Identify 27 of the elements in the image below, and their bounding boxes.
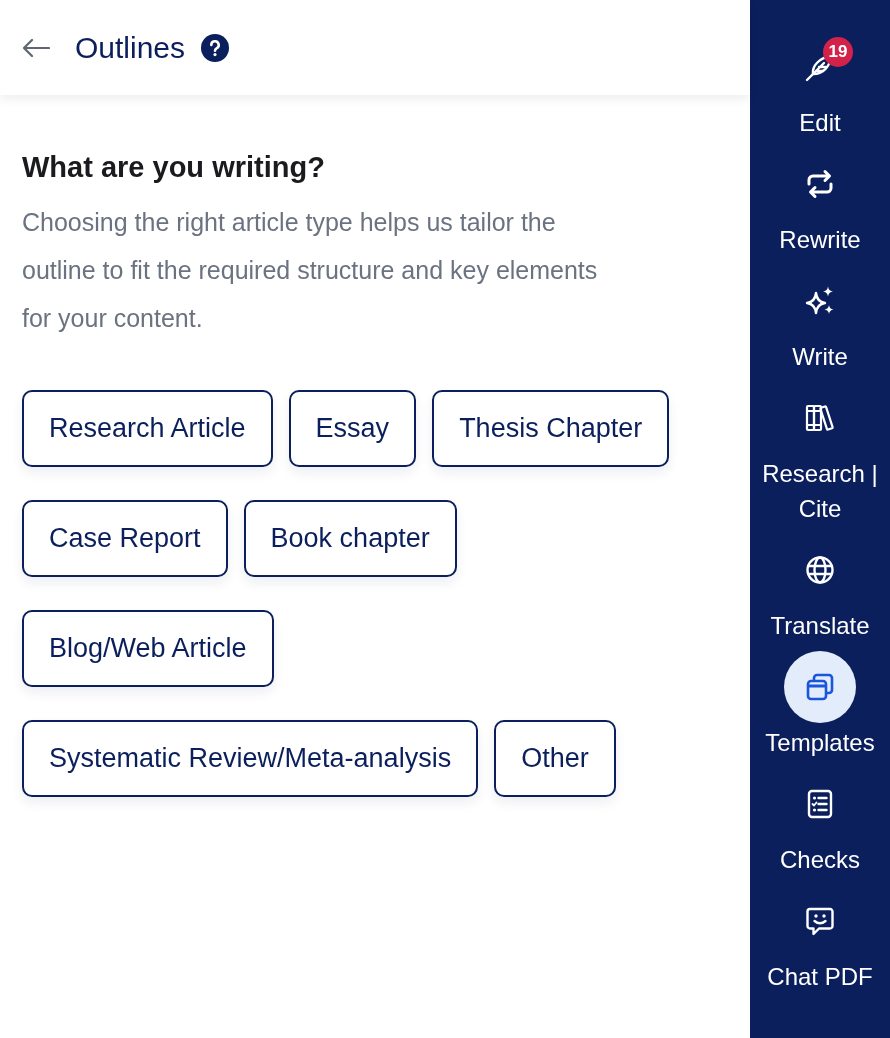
sidebar-item[interactable]: Translate — [752, 534, 888, 643]
smiley-chat-icon — [804, 905, 836, 937]
sidebar-item[interactable]: Templates — [752, 651, 888, 760]
books-icon — [804, 402, 836, 434]
article-type-option[interactable]: Thesis Chapter — [432, 390, 670, 467]
sidebar-item[interactable]: Write — [752, 265, 888, 374]
article-type-option[interactable]: Other — [494, 720, 616, 797]
article-type-option[interactable]: Case Report — [22, 500, 228, 577]
article-type-option[interactable]: Research Article — [22, 390, 273, 467]
sidebar-item[interactable]: Checks — [752, 768, 888, 877]
sidebar-item[interactable]: Rewrite — [752, 148, 888, 257]
sidebar-item[interactable]: 19 Edit — [752, 31, 888, 140]
article-type-option[interactable]: Systematic Review/Meta-analysis — [22, 720, 479, 797]
article-type-option[interactable]: Book chapter — [243, 500, 457, 577]
article-type-option[interactable]: Essay — [288, 390, 417, 467]
left-arrow-icon — [22, 37, 50, 58]
page-title: Outlines — [75, 29, 186, 66]
sidebar-item[interactable]: Chat PDF — [752, 885, 888, 994]
count-badge: 19 — [823, 37, 853, 67]
globe-icon — [804, 554, 836, 586]
help-icon[interactable] — [201, 33, 230, 62]
sidebar-item[interactable]: Research | Cite — [752, 382, 888, 526]
section-heading: What are you writing? — [22, 150, 326, 185]
description-text: Choosing the right article type helps us tailor the outline to fit the required structure and key elements for your content. — [22, 207, 599, 334]
back-button[interactable] — [22, 37, 50, 58]
sparkles-icon — [804, 285, 836, 317]
article-type-option[interactable]: Blog/Web Article — [22, 610, 274, 687]
